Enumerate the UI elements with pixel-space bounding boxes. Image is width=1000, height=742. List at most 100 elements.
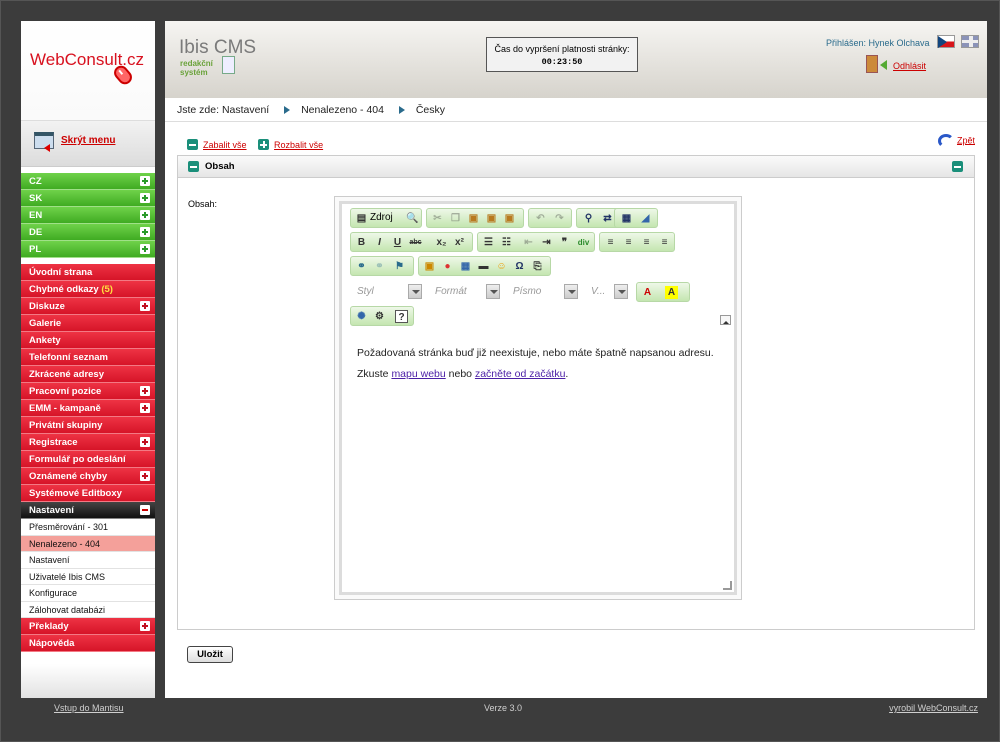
- align-justify-icon[interactable]: ≡: [658, 236, 671, 249]
- bold-icon[interactable]: B: [355, 236, 368, 249]
- plus-icon[interactable]: [140, 227, 150, 237]
- menu-item[interactable]: Oznámené chyby: [21, 468, 155, 485]
- align-center-icon[interactable]: ≡: [622, 236, 635, 249]
- show-blocks-icon[interactable]: ⚙: [373, 310, 386, 323]
- smiley-icon[interactable]: ☺: [495, 260, 508, 273]
- language-item[interactable]: CZ: [21, 173, 155, 190]
- unlink-icon[interactable]: ⚭: [373, 260, 386, 273]
- language-item[interactable]: SK: [21, 190, 155, 207]
- plus-icon[interactable]: [140, 437, 150, 447]
- menu-item[interactable]: Úvodní strana: [21, 264, 155, 281]
- maximize-icon[interactable]: ✺: [355, 310, 368, 323]
- background-color-icon[interactable]: A: [665, 286, 678, 299]
- submenu-item[interactable]: Nastavení: [21, 552, 155, 569]
- vendor-link[interactable]: vyrobil WebConsult.cz: [889, 700, 978, 716]
- link-icon[interactable]: ⚭: [355, 260, 368, 273]
- source-icon[interactable]: ▤: [355, 212, 368, 225]
- plus-icon[interactable]: [140, 193, 150, 203]
- submenu-item[interactable]: Konfigurace: [21, 585, 155, 602]
- chevron-down-icon[interactable]: [408, 284, 422, 299]
- english-flag-icon[interactable]: [961, 35, 979, 48]
- scroll-up-button[interactable]: [720, 315, 731, 325]
- logout-link[interactable]: Odhlásit: [893, 61, 926, 71]
- menu-item[interactable]: Registrace: [21, 434, 155, 451]
- subscript-icon[interactable]: x₂: [435, 236, 448, 249]
- select-all-icon[interactable]: ▦: [620, 212, 633, 225]
- menu-item[interactable]: Překlady: [21, 618, 155, 635]
- menu-item[interactable]: Zkrácené adresy: [21, 366, 155, 383]
- language-item[interactable]: PL: [21, 241, 155, 258]
- italic-icon[interactable]: I: [373, 236, 386, 249]
- strikethrough-icon[interactable]: abc: [409, 236, 422, 249]
- remove-format-icon[interactable]: ◢: [639, 212, 652, 225]
- collapse-icon[interactable]: [952, 161, 963, 172]
- menu-item[interactable]: Telefonní seznam: [21, 349, 155, 366]
- breadcrumb-item[interactable]: Nastavení: [222, 104, 269, 116]
- outdent-icon[interactable]: ⇤: [522, 236, 535, 249]
- language-item[interactable]: DE: [21, 224, 155, 241]
- submenu-item[interactable]: Zálohovat databázi: [21, 601, 155, 618]
- paste-icon[interactable]: ▣: [467, 212, 480, 225]
- source-button[interactable]: Zdroj: [370, 212, 393, 223]
- plus-icon[interactable]: [140, 244, 150, 254]
- menu-item[interactable]: EMM - kampaně: [21, 400, 155, 417]
- menu-item[interactable]: Systémové Editboxy: [21, 485, 155, 502]
- help-icon[interactable]: ?: [395, 310, 408, 323]
- editor-content[interactable]: Požadovaná stránka buď již neexistuje, n…: [357, 343, 714, 385]
- special-char-icon[interactable]: Ω: [513, 260, 526, 273]
- chevron-down-icon[interactable]: [486, 284, 500, 299]
- panel-header[interactable]: Obsah: [178, 156, 974, 178]
- div-icon[interactable]: div: [577, 236, 590, 249]
- breadcrumb-item[interactable]: Nenalezeno - 404: [301, 104, 384, 116]
- mantis-link[interactable]: Vstup do Mantisu: [54, 700, 124, 716]
- window-collapse-icon[interactable]: [34, 132, 54, 152]
- save-button[interactable]: Uložit: [187, 646, 233, 663]
- plus-icon[interactable]: [140, 386, 150, 396]
- table-icon[interactable]: ▦: [459, 260, 472, 273]
- indent-icon[interactable]: ⇥: [540, 236, 553, 249]
- text-color-icon[interactable]: A: [641, 286, 654, 299]
- submenu-item[interactable]: Nenalezeno - 404: [21, 535, 155, 552]
- size-combo[interactable]: V...: [586, 282, 628, 302]
- find-icon[interactable]: ⚲: [582, 212, 595, 225]
- chevron-down-icon[interactable]: [564, 284, 578, 299]
- anchor-flag-icon[interactable]: ⚑: [393, 260, 406, 273]
- underline-icon[interactable]: U: [391, 236, 404, 249]
- paste-text-icon[interactable]: ▣: [485, 212, 498, 225]
- expand-icon[interactable]: [258, 139, 270, 150]
- start-link[interactable]: začněte od začátku: [475, 368, 565, 380]
- menu-item[interactable]: Pracovní pozice: [21, 383, 155, 400]
- language-item[interactable]: EN: [21, 207, 155, 224]
- style-combo[interactable]: Styl: [352, 282, 422, 302]
- collapse-icon[interactable]: [187, 139, 198, 150]
- menu-item[interactable]: Privátní skupiny: [21, 417, 155, 434]
- plus-icon[interactable]: [140, 301, 150, 311]
- numbered-list-icon[interactable]: ☰: [482, 236, 495, 249]
- back-link[interactable]: Zpět: [957, 135, 975, 145]
- image-icon[interactable]: ▣: [423, 260, 436, 273]
- format-combo[interactable]: Formát: [430, 282, 500, 302]
- sitemap-link[interactable]: mapu webu: [391, 368, 445, 380]
- logo[interactable]: WebConsult.cz: [21, 21, 155, 121]
- replace-icon[interactable]: ⇄: [601, 212, 614, 225]
- undo-arrow-icon[interactable]: [938, 134, 955, 148]
- horizontal-rule-icon[interactable]: ▬: [477, 260, 490, 273]
- collapse-all-link[interactable]: Zabalit vše: [203, 140, 247, 150]
- minus-icon[interactable]: [140, 505, 150, 515]
- hide-menu-link[interactable]: Skrýt menu: [61, 135, 115, 146]
- undo-icon[interactable]: ↶: [534, 212, 547, 225]
- menu-item[interactable]: Formulář po odeslání: [21, 451, 155, 468]
- logout-door-icon[interactable]: [866, 55, 887, 73]
- submenu-item[interactable]: Přesměrování - 301: [21, 519, 155, 536]
- menu-item[interactable]: Chybné odkazy (5): [21, 281, 155, 298]
- align-left-icon[interactable]: ≡: [604, 236, 617, 249]
- preview-icon[interactable]: 🔍: [406, 212, 419, 225]
- menu-item[interactable]: Diskuze: [21, 298, 155, 315]
- font-combo[interactable]: Písmo: [508, 282, 578, 302]
- czech-flag-icon[interactable]: [937, 35, 955, 48]
- superscript-icon[interactable]: x²: [453, 236, 466, 249]
- resize-handle[interactable]: [723, 581, 732, 590]
- menu-item[interactable]: Galerie: [21, 315, 155, 332]
- bullet-list-icon[interactable]: ☷: [500, 236, 513, 249]
- page-break-icon[interactable]: ⎘: [531, 260, 544, 273]
